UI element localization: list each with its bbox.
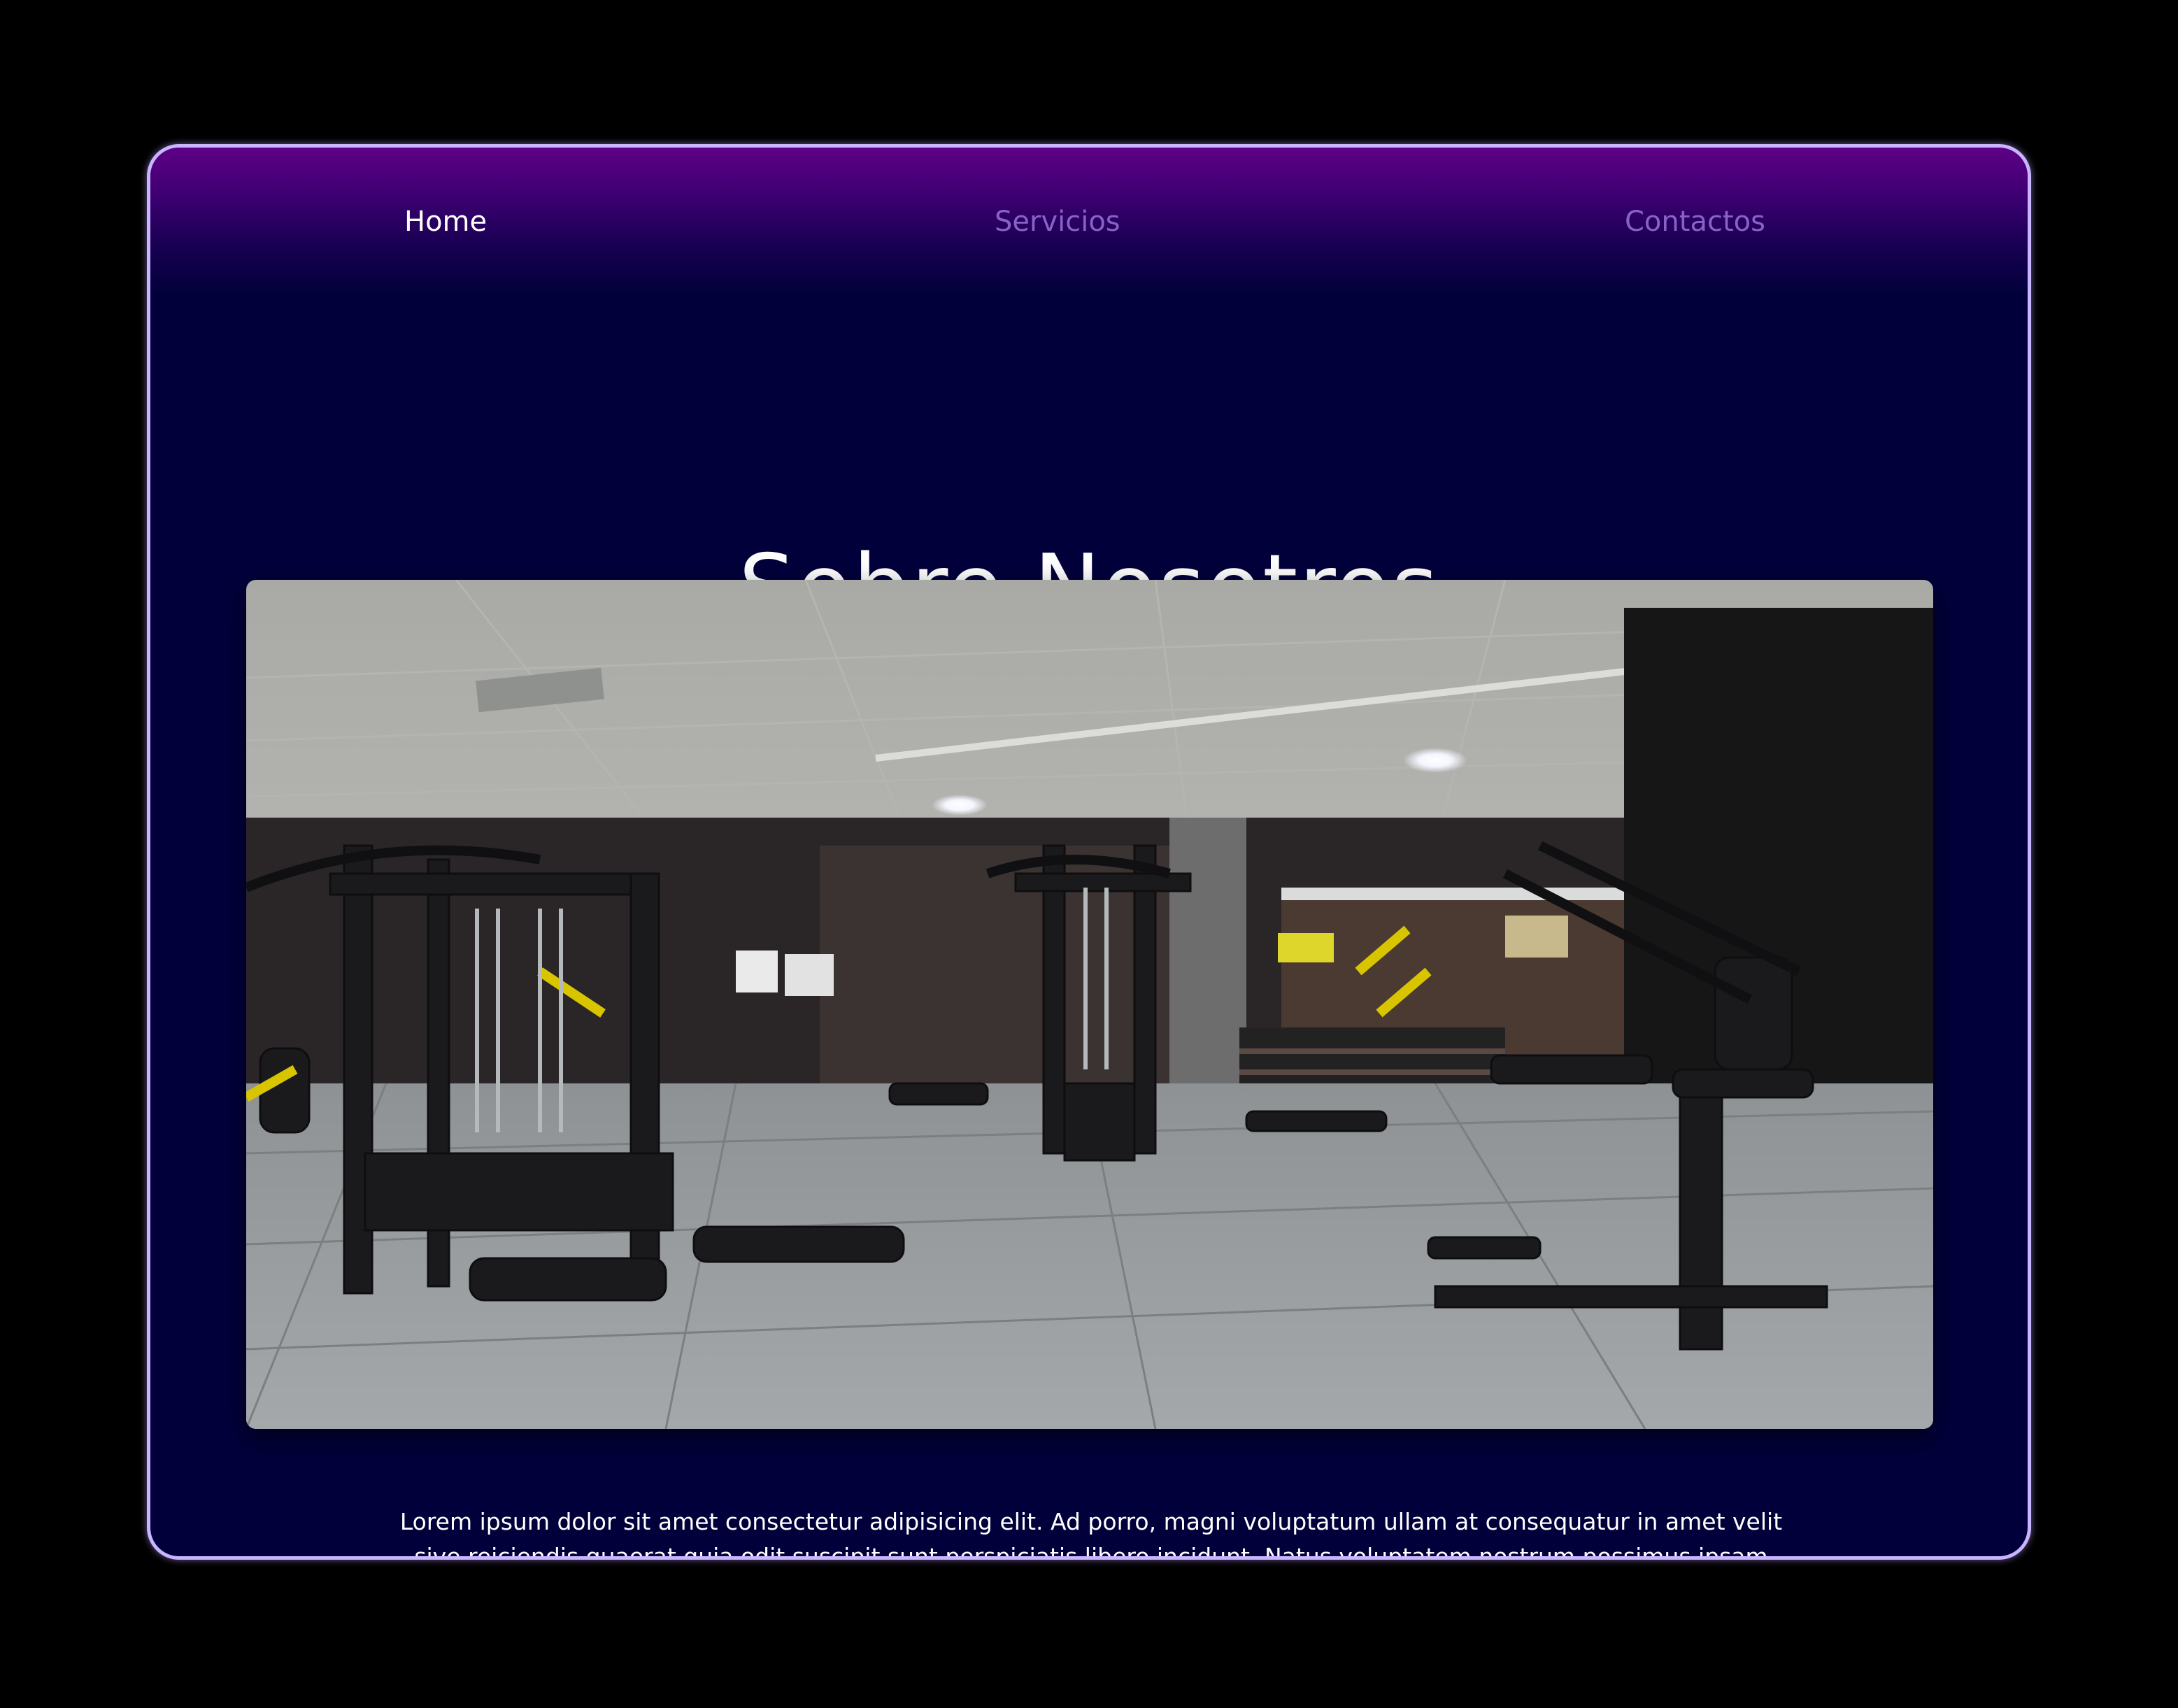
about-paragraph: Lorem ipsum dolor sit amet consectetur a… [399,1508,1783,1560]
website-frame: Home Servicios Contactos Sobre Nosotros [147,144,2031,1560]
nav-link-servicios[interactable]: Servicios [995,205,1120,239]
nav-link-contactos[interactable]: Contactos [1625,205,1765,239]
nav-link-home[interactable]: Home [404,205,487,239]
gym-photo [246,580,1933,1429]
nav-bar: Home Servicios Contactos [150,148,2028,294]
